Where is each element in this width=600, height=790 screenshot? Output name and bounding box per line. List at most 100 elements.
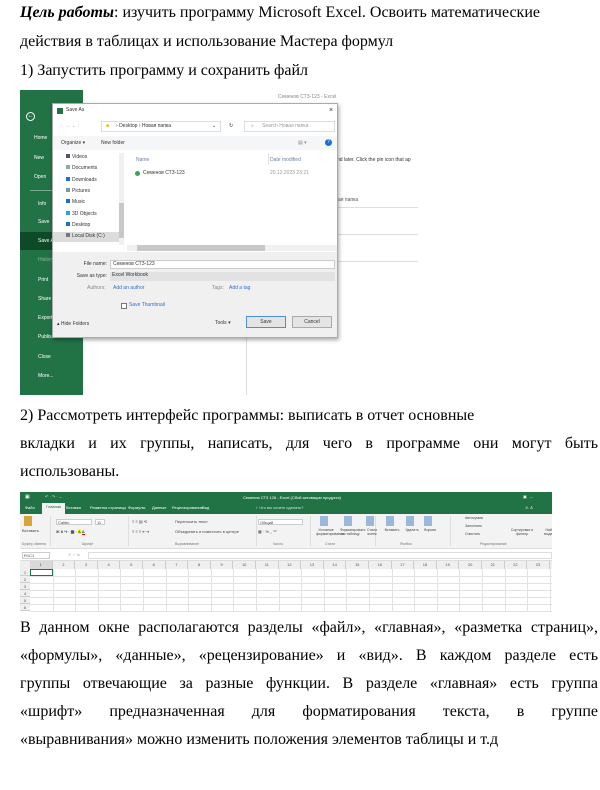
- ribbon-button[interactable]: Форматировать как таблицу: [340, 528, 365, 536]
- column-header[interactable]: 12: [279, 561, 302, 569]
- file-row[interactable]: Семенов СТЗ-123 20.12.2023 23:21: [135, 170, 335, 178]
- column-header[interactable]: 6: [143, 561, 166, 569]
- nav-item[interactable]: Videos: [53, 153, 119, 163]
- ribbon-button[interactable]: Стили ячеек: [362, 528, 382, 536]
- merge-center-button[interactable]: Объединить и поместить в центре: [175, 529, 239, 534]
- column-header[interactable]: 18: [414, 561, 437, 569]
- save-icon[interactable]: ▣: [25, 494, 30, 500]
- help-icon[interactable]: ?: [325, 139, 332, 146]
- window-controls[interactable]: ▣ –: [523, 494, 532, 499]
- view-options-icon[interactable]: ▤ ▾: [298, 140, 307, 147]
- font-format-buttons[interactable]: Ж К Ч · ▦ · A A: [56, 529, 85, 535]
- chevron-down-icon[interactable]: ⌄: [212, 123, 216, 130]
- row-header[interactable]: 2: [20, 576, 30, 583]
- row-header[interactable]: 5: [20, 597, 30, 604]
- share-icon[interactable]: ⚠ ♙: [525, 505, 533, 510]
- tab-3[interactable]: Разметка страницы: [90, 505, 126, 510]
- tell-me-search[interactable]: ♀ Что вы хотите сделать?: [255, 505, 303, 510]
- font-select[interactable]: Calibri: [56, 519, 92, 525]
- nav-item[interactable]: Downloads: [53, 176, 119, 186]
- row-header[interactable]: 3: [20, 583, 30, 590]
- column-header[interactable]: 17: [392, 561, 415, 569]
- ribbon-button[interactable]: Условное форматирование: [316, 528, 344, 536]
- column-header[interactable]: 13: [301, 561, 324, 569]
- nav-item[interactable]: Pictures: [53, 187, 119, 197]
- nav-arrows-icon[interactable]: ← → ⌄ ↑: [59, 123, 80, 130]
- selected-cell[interactable]: [30, 569, 53, 576]
- row-header[interactable]: 1: [20, 569, 30, 576]
- add-author-link[interactable]: Add an author: [113, 285, 144, 292]
- column-header[interactable]: 9: [211, 561, 234, 569]
- tab-5[interactable]: Данные: [152, 505, 166, 510]
- hide-folders-button[interactable]: ▴ Hide Folders: [57, 321, 89, 328]
- row-header[interactable]: 4: [20, 590, 30, 597]
- number-format-select[interactable]: Общий: [258, 519, 303, 525]
- column-header[interactable]: 8: [188, 561, 211, 569]
- alignment-icons[interactable]: ≡ ≡ ▤ ⟲: [132, 519, 147, 524]
- name-box[interactable]: R1C1: [22, 552, 50, 559]
- column-header[interactable]: 7: [166, 561, 189, 569]
- column-header[interactable]: 4: [98, 561, 121, 569]
- column-header[interactable]: 11: [256, 561, 279, 569]
- save-as-type-select[interactable]: Excel Workbook: [110, 272, 335, 281]
- nav-item[interactable]: Documents: [53, 164, 119, 174]
- backstage-item-more[interactable]: More...: [20, 372, 83, 380]
- back-arrow-icon[interactable]: ←: [26, 112, 35, 121]
- add-tag-link[interactable]: Add a tag: [229, 285, 250, 292]
- column-header[interactable]: 21: [482, 561, 505, 569]
- tools-button[interactable]: Tools ▾: [215, 320, 231, 327]
- column-header[interactable]: 15: [346, 561, 369, 569]
- column-header[interactable]: 22: [505, 561, 528, 569]
- save-thumbnail-checkbox[interactable]: [121, 303, 127, 309]
- new-folder-button[interactable]: New folder: [101, 140, 125, 147]
- font-size-select[interactable]: 11: [95, 519, 105, 525]
- column-header[interactable]: 20: [459, 561, 482, 569]
- save-button[interactable]: Save: [246, 316, 286, 328]
- tab-2[interactable]: Вставка: [66, 505, 81, 510]
- column-header[interactable]: 10: [233, 561, 256, 569]
- nav-item[interactable]: 3D Objects: [53, 210, 119, 220]
- breadcrumb-desktop[interactable]: › Desktop › Новая папка: [116, 123, 171, 130]
- column-header[interactable]: 2: [53, 561, 76, 569]
- column-header[interactable]: 1: [30, 561, 53, 569]
- column-header[interactable]: 5: [120, 561, 143, 569]
- alignment-icons-2[interactable]: ≡ ≡ ≡ ⇤⇥: [132, 529, 149, 534]
- editing-button[interactable]: Заполнить: [465, 524, 482, 528]
- cancel-button[interactable]: Cancel: [292, 316, 332, 328]
- ribbon-button[interactable]: Формат: [420, 528, 440, 532]
- tab-0[interactable]: Файл: [25, 505, 35, 510]
- tab-4[interactable]: Формулы: [128, 505, 145, 510]
- tab-7[interactable]: Вид: [202, 505, 209, 510]
- editing-button[interactable]: Очистить: [465, 532, 480, 536]
- column-header[interactable]: 3: [75, 561, 98, 569]
- column-date-modified[interactable]: Date modified: [270, 157, 301, 164]
- column-header[interactable]: 19: [437, 561, 460, 569]
- editing-button[interactable]: Автосумма: [465, 516, 483, 520]
- organize-button[interactable]: Organize ▾: [61, 140, 85, 147]
- tab-1[interactable]: Главная: [42, 503, 66, 514]
- column-name[interactable]: Name: [136, 157, 149, 164]
- file-name-input[interactable]: Семенов СТЗ-123: [110, 260, 335, 269]
- paste-icon[interactable]: [24, 516, 32, 526]
- nav-item[interactable]: Desktop: [53, 221, 119, 231]
- undo-redo-icon[interactable]: ↶ · ↷ · ⌄: [45, 494, 62, 499]
- formula-icons[interactable]: ✕ ✓ fx: [68, 552, 80, 557]
- nav-scrollbar[interactable]: [119, 153, 124, 245]
- column-header[interactable]: 23: [527, 561, 550, 569]
- save-thumbnail-label[interactable]: Save Thumbnail: [129, 302, 165, 309]
- search-input[interactable]: ⌕ Search Новая папка: [244, 121, 335, 132]
- number-format-icons[interactable]: ▦ · % ,, ⁰⁰: [258, 529, 277, 534]
- editing-button[interactable]: Сортировка и фильтр: [510, 528, 534, 536]
- column-header[interactable]: 14: [324, 561, 347, 569]
- ribbon-button[interactable]: Удалить: [402, 528, 422, 532]
- backstage-item-close[interactable]: Close: [20, 353, 83, 361]
- paste-button[interactable]: Вставить: [22, 528, 39, 533]
- address-bar[interactable]: ■ › Desktop › Новая папка ⌄: [101, 121, 221, 132]
- nav-item[interactable]: Local Disk (C:): [53, 232, 119, 243]
- tab-6[interactable]: Рецензирование: [172, 505, 203, 510]
- editing-button[interactable]: Найти и выделить: [540, 528, 552, 536]
- refresh-icon[interactable]: ↻: [229, 123, 233, 130]
- horizontal-scrollbar[interactable]: [127, 245, 337, 251]
- wrap-text-button[interactable]: Переносить текст: [175, 519, 208, 524]
- formula-input[interactable]: [88, 552, 552, 559]
